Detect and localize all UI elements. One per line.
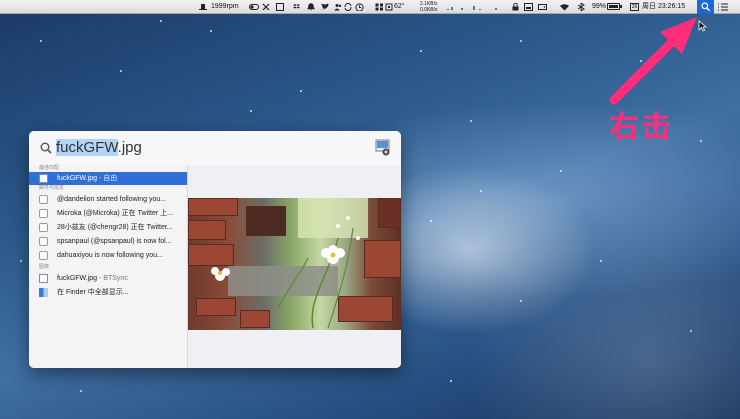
result-item-mail-3[interactable]: 28小兹友 (@chengr28) 正在 Twitter...	[29, 221, 187, 234]
preview-image[interactable]	[188, 198, 401, 330]
result-item-image[interactable]: fuckGFW.jpg - BTSync	[29, 272, 187, 285]
result-item-top-hit[interactable]: fuckGFW.jpg - 自由	[29, 172, 187, 185]
result-title: 28小兹友 (@chengr28) 正在 Twitter...	[57, 224, 173, 231]
result-title: spsanpaul (@spsanpaul) is now fol...	[57, 238, 172, 245]
mail-icon	[39, 237, 48, 246]
image-doc-icon	[39, 174, 48, 183]
section-header-images: 图像	[39, 264, 50, 270]
result-item-mail-2[interactable]: Microka (@Microka) 正在 Twitter 上...	[29, 207, 187, 220]
result-item-show-all-in-finder[interactable]: 在 Finder 中全部显示...	[29, 286, 187, 299]
result-title: @dandelion started following you...	[57, 196, 167, 203]
annotation-label: 右击	[609, 110, 673, 145]
result-subtitle: - 自由	[99, 175, 118, 182]
mail-icon	[39, 251, 48, 260]
query-selected-text: fuckGFW	[56, 139, 118, 156]
spotlight-search-bar: fuckGFW.jpg	[29, 131, 401, 166]
finder-icon	[39, 288, 48, 297]
spotlight-window: fuckGFW.jpg 最佳匹配 fuckGFW.jpg - 自由 邮件与信息 …	[29, 131, 401, 368]
result-item-label: fuckGFW.jpg - 自由	[57, 172, 117, 185]
mail-icon	[39, 209, 48, 218]
result-title: fuckGFW.jpg	[57, 175, 98, 182]
section-header-top-hit: 最佳匹配	[39, 165, 60, 171]
mail-icon	[39, 195, 48, 204]
result-item-mail-5[interactable]: dahuaxiyou is now following you...	[29, 249, 187, 262]
spotlight-results-list: 最佳匹配 fuckGFW.jpg - 自由 邮件与信息 @dandelion s…	[29, 165, 188, 368]
result-title: Microka (@Microka) 正在 Twitter 上...	[57, 210, 174, 217]
image-doc-icon	[39, 274, 48, 283]
preview-app-icon[interactable]	[375, 139, 391, 156]
result-title: fuckGFW.jpg	[57, 275, 98, 282]
result-title: 在 Finder 中全部显示...	[57, 289, 129, 296]
result-item-label: fuckGFW.jpg - BTSync	[57, 272, 128, 285]
result-item-mail-1[interactable]: @dandelion started following you...	[29, 193, 187, 206]
result-item-mail-4[interactable]: spsanpaul (@spsanpaul) is now fol...	[29, 235, 187, 248]
preview-pane	[188, 165, 401, 368]
section-header-mail: 邮件与信息	[39, 185, 65, 191]
flowers-icon	[211, 216, 360, 329]
search-icon	[40, 142, 52, 154]
query-rest-text: .jpg	[117, 139, 142, 156]
result-subtitle: - BTSync	[99, 275, 128, 282]
spotlight-search-input[interactable]: fuckGFW.jpg	[56, 137, 142, 159]
mail-icon	[39, 223, 48, 232]
result-title: dahuaxiyou is now following you...	[57, 252, 163, 259]
